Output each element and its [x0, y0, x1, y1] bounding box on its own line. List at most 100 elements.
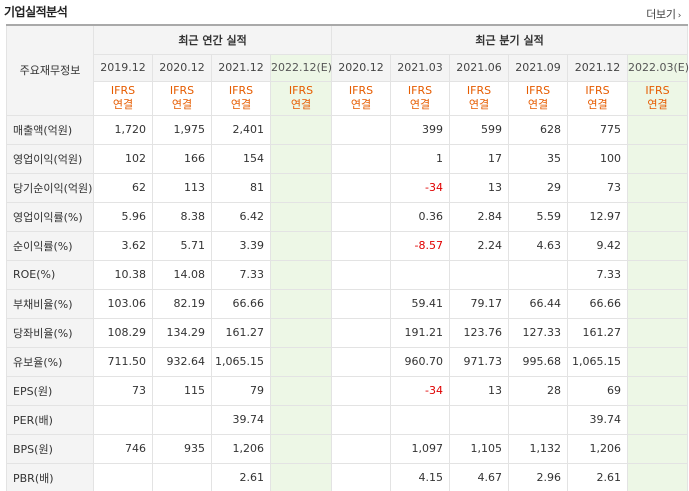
row-label: EPS(원) — [6, 375, 94, 406]
table-cell: 66.66 — [567, 288, 629, 319]
table-cell — [331, 346, 392, 377]
table-cell: 12.97 — [567, 201, 629, 232]
table-cell: 2,401 — [211, 114, 271, 145]
basis-standard: IFRS — [466, 84, 492, 97]
period-header: 2021.12 — [211, 53, 271, 82]
table-cell: 66.44 — [508, 288, 569, 319]
table-cell: -8.57 — [390, 230, 451, 261]
basis-label: IFRS 연결 — [331, 80, 392, 116]
table-cell — [269, 317, 333, 348]
table-cell: 1,206 — [567, 433, 629, 464]
row-label: 당기순이익(억원) — [6, 172, 94, 203]
table-cell: 2.24 — [449, 230, 510, 261]
table-cell — [331, 172, 392, 203]
row-label: 순이익률(%) — [6, 230, 94, 261]
basis-consolidation: 연결 — [468, 98, 490, 111]
row-label: PBR(배) — [6, 462, 94, 491]
table-cell — [627, 172, 689, 203]
table-cell: 73 — [567, 172, 629, 203]
table-cell: 995.68 — [508, 346, 569, 377]
table-cell — [627, 143, 689, 174]
table-cell: 134.29 — [152, 317, 212, 348]
table-row: PBR(배) 2.61 4.15 4.67 2.96 2.61 — [6, 462, 689, 491]
table-cell: 6.42 — [211, 201, 271, 232]
table-cell — [331, 317, 392, 348]
table-cell: 113 — [152, 172, 212, 203]
table-cell: 1,975 — [152, 114, 212, 145]
basis-label: IFRS 연결 — [449, 80, 510, 116]
table-cell — [331, 433, 392, 464]
table-row: 당좌비율(%) 108.29 134.29 161.27 191.21 123.76 127… — [6, 317, 689, 348]
table-cell — [390, 404, 451, 435]
basis-label: IFRS 연결 — [93, 80, 153, 116]
table-cell — [269, 346, 333, 377]
annual-group-header: 최근 연간 실적 — [92, 24, 333, 55]
chevron-right-icon: › — [677, 11, 682, 21]
basis-standard: IFRS — [288, 84, 314, 97]
table-row: ROE(%) 10.38 14.08 7.33 7.33 — [6, 259, 689, 290]
table-cell: 0.36 — [390, 201, 451, 232]
table-cell — [508, 404, 569, 435]
table-cell: 4.67 — [449, 462, 510, 491]
period-header-row: 2019.12 2020.12 2021.12 2022.12(E) 2020.12 20… — [7, 53, 689, 82]
period-header: 2020.12 — [331, 53, 392, 82]
period-header: 2021.03 — [390, 53, 451, 82]
table-cell: 123.76 — [449, 317, 510, 348]
table-cell: 1,065.15 — [211, 346, 271, 377]
basis-standard: IFRS — [525, 84, 551, 97]
period-header: 2021.09 — [508, 53, 569, 82]
row-label: 영업이익(억원) — [6, 143, 94, 174]
table-row: 순이익률(%) 3.62 5.71 3.39 -8.57 2.24 4.63 9.42 — [6, 230, 689, 261]
table-cell — [449, 404, 510, 435]
basis-standard: IFRS — [169, 84, 195, 97]
table-cell — [269, 201, 333, 232]
table-cell: 4.15 — [390, 462, 451, 491]
table-cell: 166 — [152, 143, 212, 174]
table-cell: -34 — [390, 172, 451, 203]
table-cell: 35 — [508, 143, 569, 174]
more-label: 더보기 — [646, 8, 676, 21]
more-link[interactable]: 더보기 › — [646, 6, 681, 22]
table-row: PER(배) 39.74 39.74 — [6, 404, 689, 435]
table-cell: 102 — [93, 143, 153, 174]
table-cell — [93, 462, 153, 491]
basis-standard: IFRS — [407, 84, 433, 97]
table-cell: 28 — [508, 375, 569, 406]
basis-label: IFRS 연결 — [508, 80, 569, 116]
table-cell — [331, 288, 392, 319]
table-cell: 2.96 — [508, 462, 569, 491]
table-cell: 127.33 — [508, 317, 569, 348]
table-cell: 108.29 — [93, 317, 153, 348]
table-cell — [269, 114, 333, 145]
table-cell: 1 — [390, 143, 451, 174]
period-header: 2021.12 — [567, 53, 629, 82]
table-cell: 13 — [449, 375, 510, 406]
table-cell — [152, 404, 212, 435]
period-header: 2022.12(E) — [269, 53, 332, 82]
basis-consolidation: 연결 — [230, 98, 252, 111]
table-row: EPS(원) 73 115 79 -34 13 28 69 — [6, 375, 689, 406]
period-header: 2019.12 — [93, 53, 153, 82]
table-cell — [152, 462, 212, 491]
table-cell — [269, 259, 333, 290]
quarterly-group-header: 최근 분기 실적 — [331, 24, 689, 55]
table-row: 영업이익률(%) 5.96 8.38 6.42 0.36 2.84 5.59 12.97 — [6, 201, 689, 232]
table-cell: 746 — [93, 433, 153, 464]
table-cell: 711.50 — [93, 346, 153, 377]
table-cell: 59.41 — [390, 288, 451, 319]
table-cell: 191.21 — [390, 317, 451, 348]
table-cell: 1,720 — [93, 114, 153, 145]
table-cell: 14.08 — [152, 259, 212, 290]
row-label: 당좌비율(%) — [6, 317, 94, 348]
table-cell: 2.61 — [211, 462, 271, 491]
table-row: BPS(원) 746 935 1,206 1,097 1,105 1,132 1,206 — [6, 433, 689, 464]
table-cell: 4.63 — [508, 230, 569, 261]
table-cell: 7.33 — [211, 259, 271, 290]
table-cell — [269, 433, 333, 464]
table-cell: 5.71 — [152, 230, 212, 261]
basis-standard: IFRS — [645, 84, 670, 97]
basis-standard: IFRS — [348, 84, 374, 97]
table-cell — [331, 404, 392, 435]
basis-consolidation: 연결 — [171, 98, 193, 111]
table-cell — [331, 201, 392, 232]
